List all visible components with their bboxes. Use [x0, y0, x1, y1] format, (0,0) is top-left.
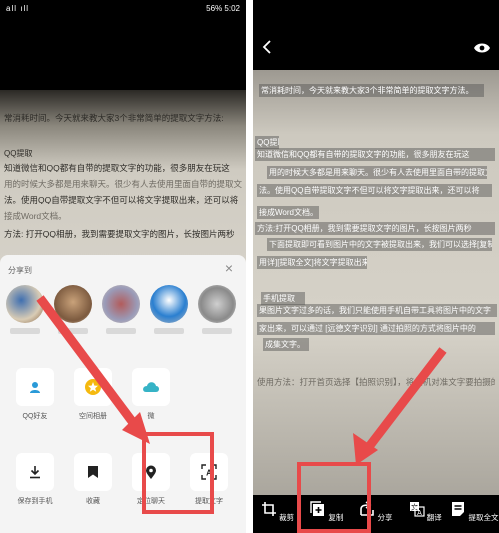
avatar-name-placeholder — [58, 328, 88, 334]
extract-all-button[interactable]: 提取全文 — [450, 495, 499, 533]
close-icon[interactable]: × — [222, 261, 236, 275]
contact-avatars — [4, 285, 246, 345]
top-bar — [253, 30, 499, 60]
recognized-line[interactable]: 法。使用QQ自带提取文字不但可以将文字提取出来，还可以将 — [257, 184, 492, 197]
toolbar-label: 提取全文 — [468, 513, 499, 522]
share-qzone-album[interactable]: 空间相册 — [64, 368, 122, 421]
bottom-toolbar: 裁剪 复制 分享 文A 翻译 提取全文 — [253, 495, 499, 533]
tile-label: QQ好友 — [22, 413, 48, 420]
tile-label: 空间相册 — [79, 413, 107, 420]
share-row-1: QQ好友 空间相册 微 — [6, 368, 240, 421]
share-qq-friend[interactable]: QQ好友 — [6, 368, 64, 421]
doc-line: 常消耗时间。今天就来教大家3个非常简单的提取文字方法: — [4, 113, 224, 122]
person-icon — [16, 368, 54, 406]
share-save-to-phone[interactable]: 保存到手机 — [6, 453, 64, 506]
share-wei[interactable]: 微 — [122, 368, 180, 421]
doc-line: 知道微信和QQ都有自带的提取文字的功能，很多朋友在玩这 — [4, 163, 230, 172]
doc-line: 使用方法：打开首页选择【拍照识别】，将相机对准文字要拍摄的 — [257, 377, 495, 386]
doc-line: QQ提取 — [4, 149, 33, 158]
crop-button[interactable]: 裁剪 — [253, 495, 302, 533]
avatar — [102, 285, 140, 323]
avatar — [54, 285, 92, 323]
toolbar-label: 分享 — [377, 513, 393, 522]
status-right: 56% 5:02 — [206, 4, 240, 13]
extract-all-icon — [452, 502, 465, 516]
avatar — [198, 285, 236, 323]
back-icon[interactable] — [261, 40, 275, 54]
svg-text:A: A — [417, 510, 422, 517]
recognized-line[interactable]: 成集文字。 — [263, 338, 309, 351]
highlight-box — [142, 432, 214, 514]
avatar — [6, 285, 44, 323]
doc-line: 方法: 打开QQ相册，我到需要提取文字的图片，长按图片两秒 — [4, 229, 235, 238]
doc-line: 用的时候大多都是用来聊天。很少有人去使用里面自带的提取文 — [4, 179, 242, 188]
recognized-line[interactable]: 常消耗时间，今天就来教大家3个非常简单的提取文字方法。 — [259, 84, 484, 97]
document-photo: 常消耗时间，今天就来教大家3个非常简单的提取文字方法。 QQ提取 知道微信和QQ… — [253, 70, 499, 500]
doc-line: 接成Word文档。 — [4, 211, 67, 220]
contact-avatar[interactable] — [148, 285, 190, 345]
avatar-name-placeholder — [154, 328, 184, 334]
toolbar-label: 翻译 — [426, 513, 442, 522]
avatar-name-placeholder — [202, 328, 232, 334]
avatar-name-placeholder — [106, 328, 136, 334]
highlight-box — [297, 462, 371, 533]
recognized-line[interactable]: 用的时候大多都是用来聊天。很少有人去使用里面自带的提取文 — [267, 166, 487, 179]
toolbar-label: 裁剪 — [279, 513, 295, 522]
right-screen: 常消耗时间，今天就来教大家3个非常简单的提取文字方法。 QQ提取 知道微信和QQ… — [253, 0, 499, 533]
recognized-line[interactable]: 家出来，可以通过 [远德文字识别] 通过拍照的方式将图片中的 — [257, 322, 495, 335]
doc-line: 法。使用QQ自带提取文字不但可以将文字提取出来，还可以将 — [4, 195, 239, 204]
download-icon — [16, 453, 54, 491]
eye-icon[interactable] — [473, 42, 491, 54]
bookmark-icon — [74, 453, 112, 491]
recognized-line[interactable]: 方法:打开QQ相册，我到需要提取文字的图片，长按图片两秒 — [255, 222, 495, 235]
recognized-line[interactable]: 果图片文字过多的话，我们只能使用手机自带工具将图片中的文字 — [257, 304, 497, 317]
translate-button[interactable]: 文A 翻译 — [401, 495, 450, 533]
tile-label: 收藏 — [86, 498, 100, 505]
signal-indicator: all ıll — [6, 3, 30, 13]
recognized-line[interactable]: 知道微信和QQ都有自带的提取文字的功能，很多朋友在玩这 — [255, 148, 495, 161]
crop-icon — [262, 502, 277, 516]
star-icon — [74, 368, 112, 406]
share-title: 分享到 — [8, 266, 32, 275]
recognized-line[interactable]: 下面提取即可看到图片中的文字被提取出来，我们可以选择[复制 — [267, 238, 492, 251]
tile-label: 保存到手机 — [17, 498, 53, 505]
recognized-line[interactable]: 接成Word文档。 — [257, 206, 319, 219]
contact-avatar[interactable] — [100, 285, 142, 345]
avatar — [150, 285, 188, 323]
left-screen: all ıll 56% 5:02 常消耗时间。今天就来教大家3个非常简单的提取文… — [0, 0, 246, 533]
avatar-name-placeholder — [10, 328, 40, 334]
contact-avatar[interactable] — [196, 285, 238, 345]
contact-avatar[interactable] — [4, 285, 46, 345]
cloud-icon — [132, 368, 170, 406]
status-bar: all ıll 56% 5:02 — [0, 0, 246, 16]
time-text: 5:02 — [224, 3, 240, 13]
contact-avatar[interactable] — [52, 285, 94, 345]
share-favorite[interactable]: 收藏 — [64, 453, 122, 506]
translate-icon: 文A — [409, 502, 425, 517]
tile-label: 微 — [147, 413, 155, 420]
battery-text: 56% — [206, 3, 223, 13]
recognized-line[interactable]: 用详][提取全文]将文字提取出来。 — [257, 256, 367, 269]
